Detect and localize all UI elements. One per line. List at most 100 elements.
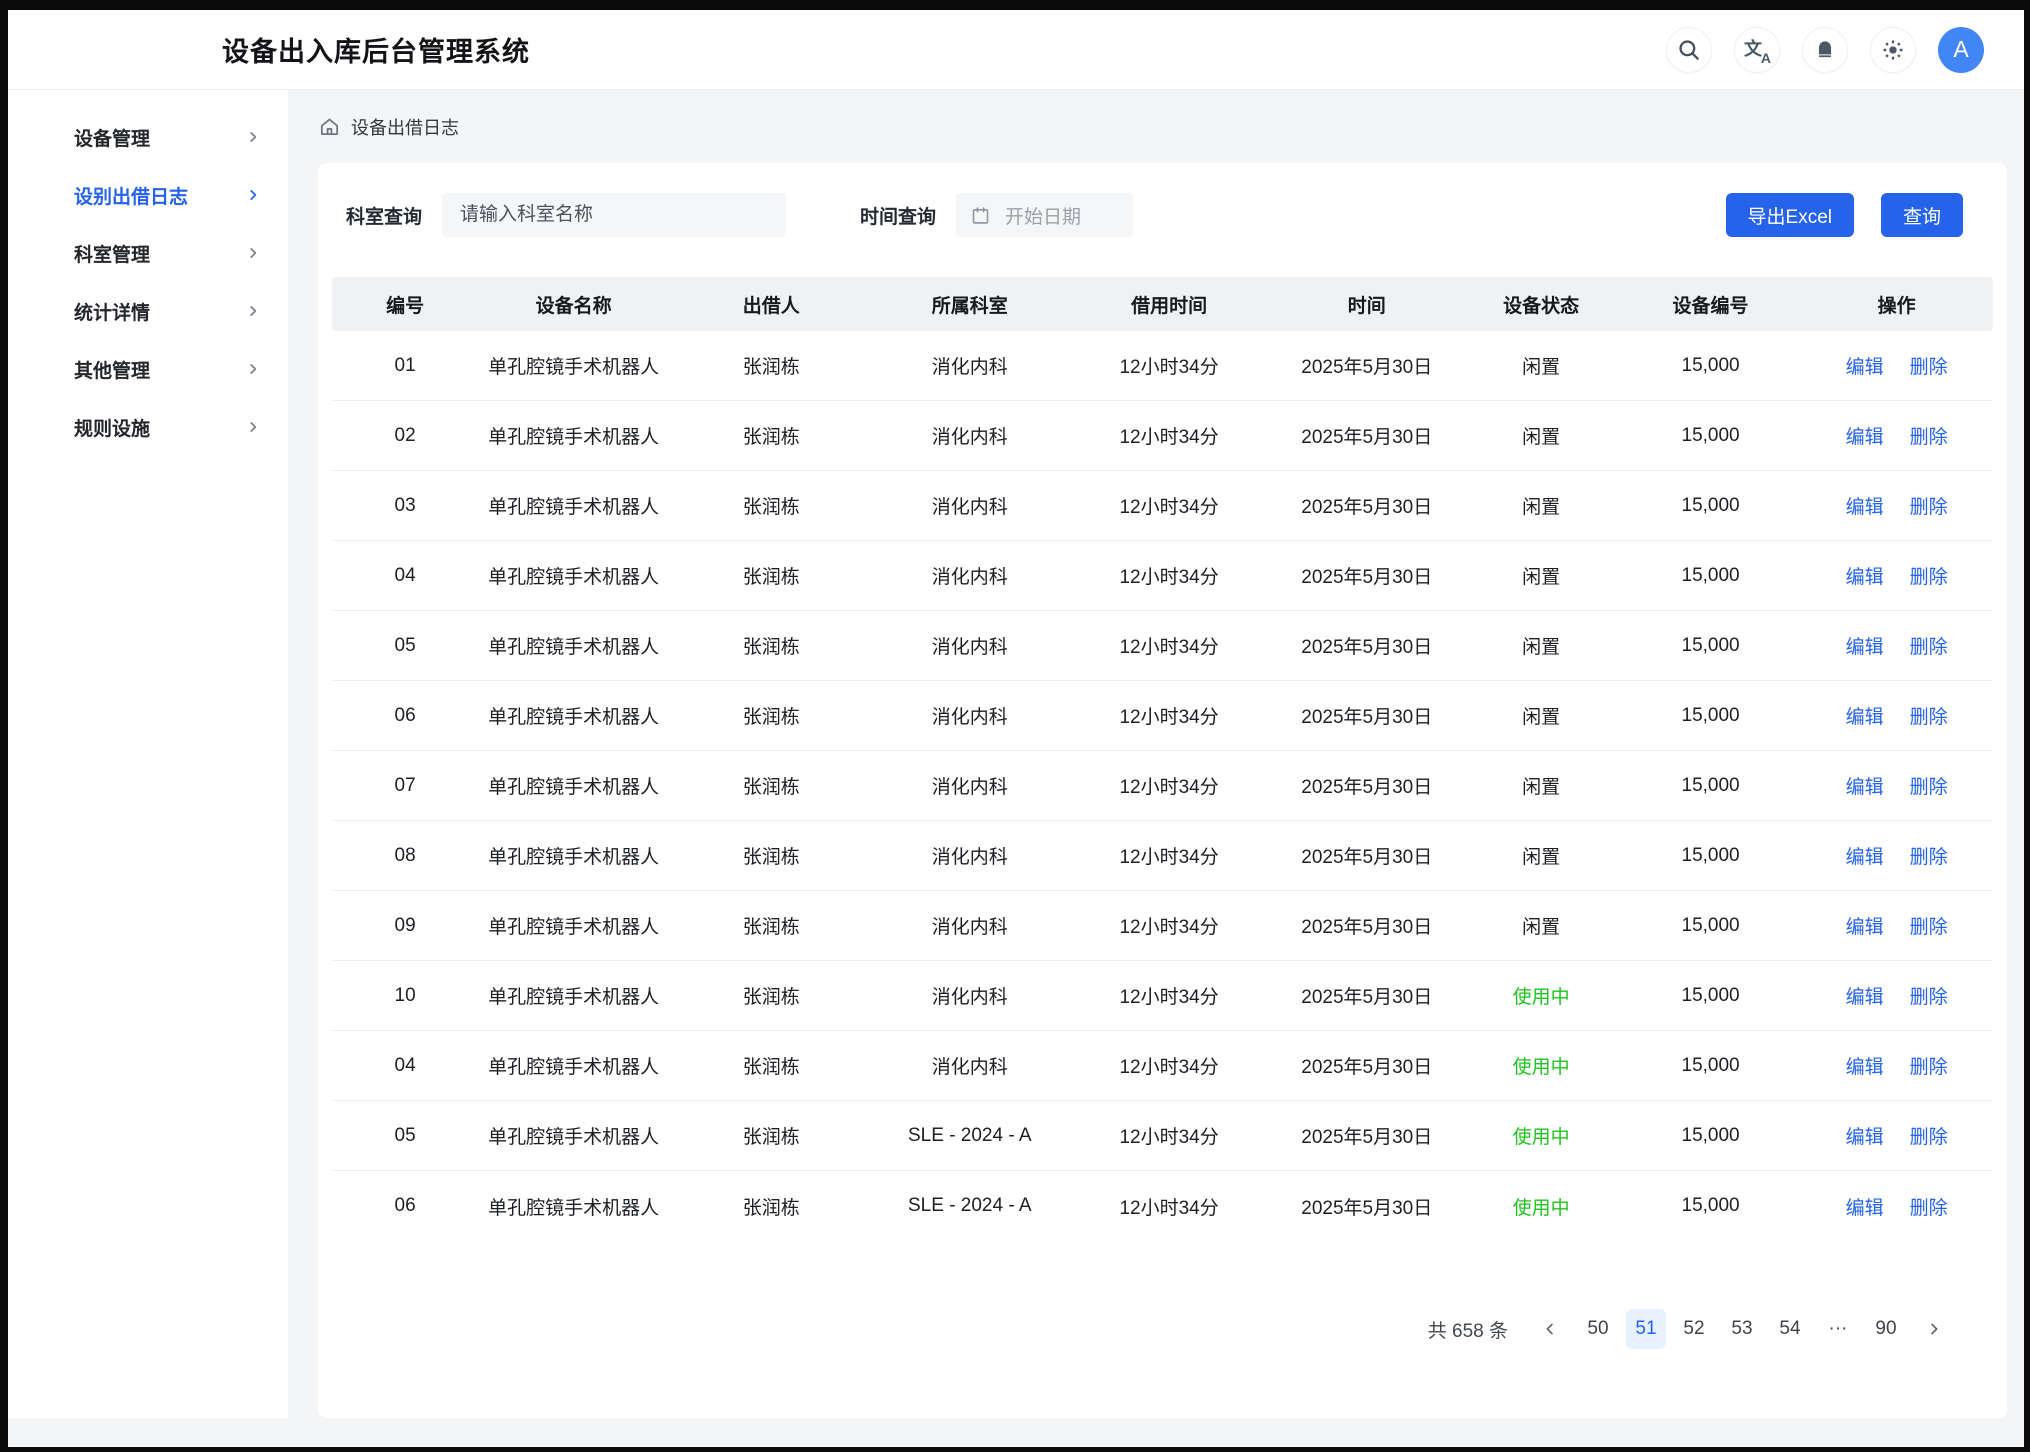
edit-link[interactable]: 编辑 (1846, 352, 1884, 379)
cell-date: 2025年5月30日 (1272, 842, 1461, 869)
cell-code: 15,000 (1621, 1055, 1800, 1077)
column-header: 借用时间 (1066, 291, 1272, 318)
cell-duration: 12小时34分 (1066, 912, 1272, 939)
cell-date: 2025年5月30日 (1272, 492, 1461, 519)
cell-actions: 编辑删除 (1800, 842, 1993, 869)
breadcrumb-label[interactable]: 设备出借日志 (351, 114, 459, 140)
cell-id: 04 (332, 1055, 478, 1077)
sidebar-item[interactable]: 其他管理 (74, 348, 260, 390)
table-row: 02单孔腔镜手术机器人张润栋消化内科12小时34分2025年5月30日闲置15,… (332, 401, 1993, 471)
delete-link[interactable]: 删除 (1910, 492, 1948, 519)
page-number[interactable]: 90 (1866, 1309, 1906, 1349)
edit-link[interactable]: 编辑 (1846, 842, 1884, 869)
cell-borrower: 张润栋 (669, 1052, 873, 1079)
start-date-picker[interactable]: 开始日期 (956, 193, 1133, 237)
avatar[interactable]: A (1938, 27, 1984, 73)
cell-dept: 消化内科 (873, 352, 1066, 379)
sidebar-item-label: 统计详情 (74, 298, 150, 325)
cell-name: 单孔腔镜手术机器人 (478, 772, 669, 799)
cell-name: 单孔腔镜手术机器人 (478, 632, 669, 659)
edit-link[interactable]: 编辑 (1846, 1122, 1884, 1149)
delete-link[interactable]: 删除 (1910, 772, 1948, 799)
table-row: 01单孔腔镜手术机器人张润栋消化内科12小时34分2025年5月30日闲置15,… (332, 331, 1993, 401)
cell-date: 2025年5月30日 (1272, 422, 1461, 449)
next-page-icon[interactable] (1916, 1309, 1952, 1349)
delete-link[interactable]: 删除 (1910, 842, 1948, 869)
cell-id: 02 (332, 425, 478, 447)
cell-status: 闲置 (1461, 702, 1620, 729)
delete-link[interactable]: 删除 (1910, 632, 1948, 659)
sidebar-item[interactable]: 设备管理 (74, 116, 260, 158)
delete-link[interactable]: 删除 (1910, 562, 1948, 589)
edit-link[interactable]: 编辑 (1846, 1052, 1884, 1079)
cell-date: 2025年5月30日 (1272, 982, 1461, 1009)
main-card: 科室查询 时间查询 开始日期 导出Excel 查询 (318, 163, 2007, 1418)
cell-dept: 消化内科 (873, 422, 1066, 449)
edit-link[interactable]: 编辑 (1846, 562, 1884, 589)
edit-link[interactable]: 编辑 (1846, 772, 1884, 799)
page-number[interactable]: 52 (1674, 1309, 1714, 1349)
cell-actions: 编辑删除 (1800, 492, 1993, 519)
delete-link[interactable]: 删除 (1910, 1122, 1948, 1149)
cell-borrower: 张润栋 (669, 492, 873, 519)
edit-link[interactable]: 编辑 (1846, 422, 1884, 449)
app-title: 设备出入库后台管理系统 (222, 30, 530, 69)
cell-status: 闲置 (1461, 422, 1620, 449)
cell-code: 15,000 (1621, 635, 1800, 657)
page-number[interactable]: 54 (1770, 1309, 1810, 1349)
table-row: 09单孔腔镜手术机器人张润栋消化内科12小时34分2025年5月30日闲置15,… (332, 891, 1993, 961)
sidebar-item[interactable]: 设别出借日志 (74, 174, 260, 216)
sidebar-item[interactable]: 科室管理 (74, 232, 260, 274)
cell-actions: 编辑删除 (1800, 702, 1993, 729)
sidebar-item[interactable]: 规则设施 (74, 406, 260, 448)
search-icon[interactable] (1666, 27, 1712, 73)
cell-name: 单孔腔镜手术机器人 (478, 702, 669, 729)
cell-date: 2025年5月30日 (1272, 912, 1461, 939)
chevron-right-icon (246, 362, 260, 376)
page-number[interactable]: 50 (1578, 1309, 1618, 1349)
delete-link[interactable]: 删除 (1910, 702, 1948, 729)
table-row: 10单孔腔镜手术机器人张润栋消化内科12小时34分2025年5月30日使用中15… (332, 961, 1993, 1031)
dept-search-input[interactable] (442, 193, 786, 237)
edit-link[interactable]: 编辑 (1846, 1193, 1884, 1220)
translate-icon[interactable]: 文 A (1734, 27, 1780, 73)
edit-link[interactable]: 编辑 (1846, 912, 1884, 939)
table-row: 07单孔腔镜手术机器人张润栋消化内科12小时34分2025年5月30日闲置15,… (332, 751, 1993, 821)
delete-link[interactable]: 删除 (1910, 422, 1948, 449)
cell-status: 使用中 (1461, 982, 1620, 1009)
delete-link[interactable]: 删除 (1910, 1193, 1948, 1220)
delete-link[interactable]: 删除 (1910, 912, 1948, 939)
export-excel-button[interactable]: 导出Excel (1726, 193, 1854, 237)
cell-status: 闲置 (1461, 842, 1620, 869)
delete-link[interactable]: 删除 (1910, 982, 1948, 1009)
cell-borrower: 张润栋 (669, 772, 873, 799)
chevron-right-icon (246, 188, 260, 202)
delete-link[interactable]: 删除 (1910, 1052, 1948, 1079)
page-number[interactable]: 53 (1722, 1309, 1762, 1349)
cell-borrower: 张润栋 (669, 632, 873, 659)
home-icon[interactable] (318, 115, 341, 138)
cell-date: 2025年5月30日 (1272, 632, 1461, 659)
page-number[interactable]: 51 (1626, 1309, 1666, 1349)
edit-link[interactable]: 编辑 (1846, 702, 1884, 729)
cell-dept: 消化内科 (873, 912, 1066, 939)
cell-id: 05 (332, 635, 478, 657)
page-ellipsis[interactable]: ··· (1818, 1309, 1858, 1349)
cell-code: 15,000 (1621, 1125, 1800, 1147)
query-button[interactable]: 查询 (1881, 193, 1963, 237)
dept-filter-label: 科室查询 (346, 202, 422, 229)
cell-duration: 12小时34分 (1066, 842, 1272, 869)
notification-icon[interactable] (1802, 27, 1848, 73)
cell-code: 15,000 (1621, 495, 1800, 517)
time-filter-label: 时间查询 (860, 202, 936, 229)
prev-page-icon[interactable] (1532, 1309, 1568, 1349)
edit-link[interactable]: 编辑 (1846, 492, 1884, 519)
sidebar-item[interactable]: 统计详情 (74, 290, 260, 332)
sidebar: 设备管理设别出借日志科室管理统计详情其他管理规则设施 (8, 90, 288, 1418)
theme-icon[interactable] (1870, 27, 1916, 73)
edit-link[interactable]: 编辑 (1846, 982, 1884, 1009)
edit-link[interactable]: 编辑 (1846, 632, 1884, 659)
cell-date: 2025年5月30日 (1272, 772, 1461, 799)
delete-link[interactable]: 删除 (1910, 352, 1948, 379)
cell-id: 07 (332, 775, 478, 797)
